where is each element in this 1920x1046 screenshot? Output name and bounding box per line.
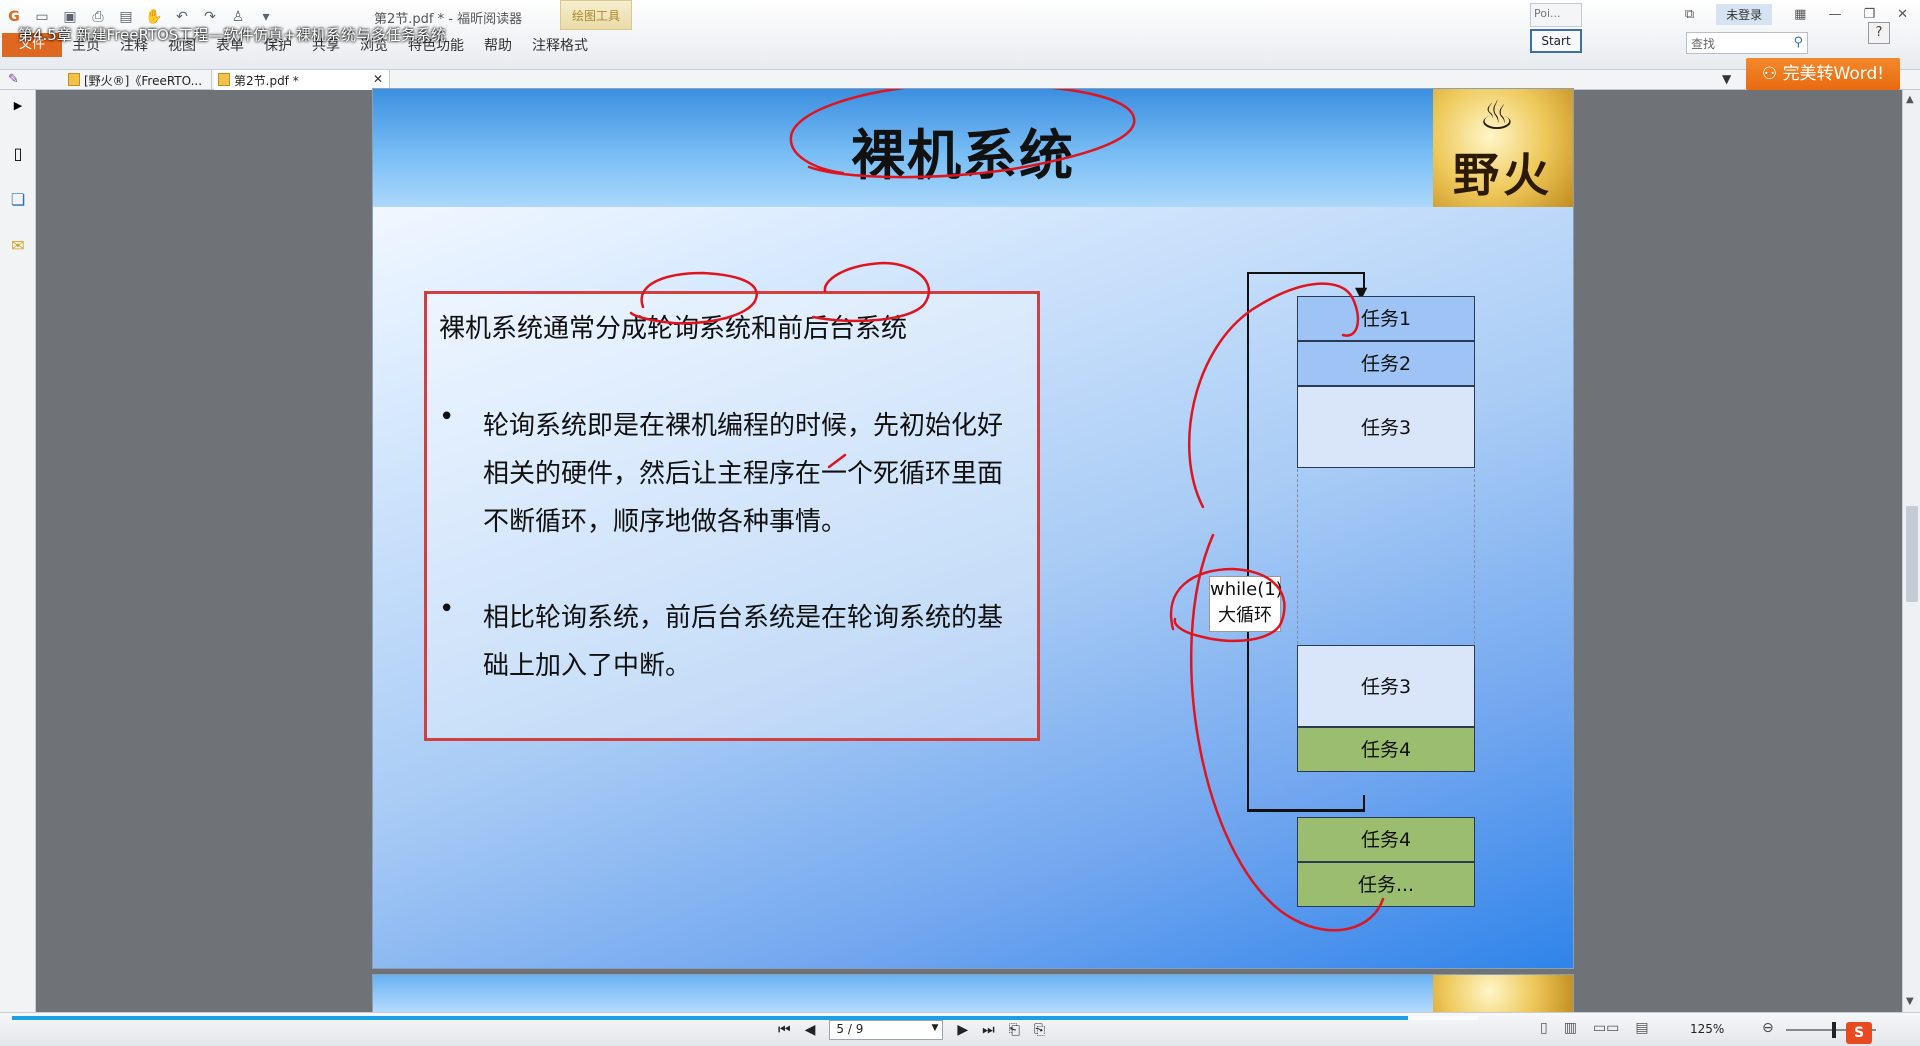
- dashed-guide: [1297, 469, 1475, 649]
- first-page-icon[interactable]: ⏮: [778, 1022, 791, 1038]
- pdf-file-icon: [68, 73, 80, 86]
- task-block: 任务2: [1297, 341, 1475, 386]
- facing-page-icon[interactable]: ▭▭: [1593, 1020, 1619, 1036]
- bullet-mark: •: [439, 594, 455, 624]
- tab-label: [野火®]《FreeRTO...: [84, 74, 203, 88]
- slide-banner: 裸机系统 ♨ 野火: [373, 89, 1573, 207]
- scroll-up-icon[interactable]: ▲: [1906, 94, 1914, 105]
- task-block: 任务3: [1297, 645, 1475, 727]
- video-overlay-title: 第4.5章 新建FreeRTOS工程—软件仿真+裸机系统与多任务系统: [18, 26, 446, 44]
- next-view-icon[interactable]: ⎘: [1034, 1022, 1045, 1038]
- left-sidebar: ▶ ▯ ❏ ✉: [0, 90, 36, 1012]
- search-input[interactable]: 查找 ⚲: [1686, 32, 1808, 54]
- page-dropdown-icon[interactable]: ▼: [931, 1023, 938, 1033]
- help-icon[interactable]: ?: [1868, 22, 1890, 44]
- input-method-icon[interactable]: S: [1846, 1022, 1872, 1044]
- search-icon[interactable]: ⚲: [1793, 35, 1803, 50]
- task-block: 任务...: [1297, 862, 1475, 907]
- scroll-down-icon[interactable]: ▼: [1906, 996, 1914, 1007]
- video-buffer-bar: [1408, 1016, 1478, 1020]
- layout-icon[interactable]: ▦: [1794, 7, 1806, 22]
- convert-to-word-button[interactable]: ⚇ 完美转Word!: [1746, 58, 1900, 90]
- zoom-level[interactable]: 125%: [1690, 1022, 1724, 1036]
- while-label-line2: 大循环: [1218, 605, 1272, 626]
- bullet-text: 轮询系统即是在裸机编程的时候，先初始化好相关的硬件，然后让主程序在一个死循环里面…: [483, 411, 1004, 537]
- start-button[interactable]: Start: [1530, 29, 1582, 53]
- pdf-page: 裸机系统 ♨ 野火 裸机系统通常分成轮询系统和前后台系统 • 轮询系统即是在裸机…: [372, 88, 1574, 969]
- vertical-scrollbar[interactable]: ▲ ▼: [1902, 90, 1920, 1012]
- brand-logo-partial: [1433, 975, 1573, 1013]
- logo-text: 野火: [1453, 148, 1553, 202]
- loop-line-return: [1363, 795, 1365, 811]
- view-mode-buttons: ▯ ▥ ▭▭ ▤: [1540, 1020, 1649, 1036]
- task-block: 任务4: [1297, 817, 1475, 862]
- continuous-page-icon[interactable]: ▥: [1564, 1020, 1577, 1036]
- tab-label: 第2节.pdf *: [234, 74, 299, 88]
- page-indicator: 5 / 9: [836, 1022, 864, 1036]
- single-page-icon[interactable]: ▯: [1540, 1020, 1548, 1036]
- layers-icon[interactable]: ❏: [8, 188, 28, 210]
- zoom-out-icon[interactable]: ⊖: [1762, 1020, 1774, 1036]
- restore-icon[interactable]: ❐: [1863, 7, 1875, 22]
- next-pdf-page: [372, 974, 1574, 1014]
- drawing-tools-tab[interactable]: 绘图工具: [560, 0, 632, 30]
- task-block: 任务1: [1297, 296, 1475, 341]
- tab-document-1[interactable]: [野火®]《FreeRTO...: [64, 70, 212, 90]
- while-loop-label: while(1) 大循环: [1209, 576, 1283, 632]
- pdf-file-icon: [218, 73, 230, 86]
- video-progress-bar[interactable]: [12, 1016, 1408, 1020]
- close-icon[interactable]: ✕: [1897, 7, 1908, 22]
- search-placeholder: 查找: [1691, 37, 1716, 51]
- menu-help[interactable]: 帮助: [474, 35, 522, 55]
- prev-view-icon[interactable]: ⎗: [1009, 1022, 1020, 1038]
- close-tab-icon[interactable]: ✕: [373, 72, 383, 86]
- tab-document-2[interactable]: 第2节.pdf * ✕: [214, 70, 390, 90]
- comments-icon[interactable]: ✉: [8, 234, 28, 256]
- while-label-line1: while(1): [1210, 579, 1283, 600]
- convert-icon: ⚇: [1761, 64, 1783, 84]
- poi-field[interactable]: Poi...: [1530, 3, 1582, 27]
- login-button[interactable]: 未登录: [1716, 4, 1773, 25]
- sign-icon[interactable]: ✎: [8, 72, 19, 87]
- prev-page-icon[interactable]: ◀: [805, 1022, 816, 1038]
- bullet-text: 相比轮询系统，前后台系统是在轮询系统的基础上加入了中断。: [483, 603, 1004, 681]
- bullet-mark: •: [439, 402, 455, 432]
- task-block: 任务4: [1297, 727, 1475, 772]
- continuous-facing-icon[interactable]: ▤: [1635, 1020, 1648, 1036]
- zoom-slider-knob[interactable]: [1832, 1022, 1836, 1038]
- next-page-icon[interactable]: ▶: [957, 1022, 968, 1038]
- menu-comment-format[interactable]: 注释格式: [522, 35, 598, 55]
- page-number-input[interactable]: 5 / 9 ▼: [829, 1020, 944, 1040]
- loop-line-bottom: [1247, 809, 1365, 811]
- page-navigation: ⏮ ◀ 5 / 9 ▼ ▶ ⏭ ⎗ ⎘: [778, 1020, 1045, 1040]
- skin-icon[interactable]: ⧉: [1685, 7, 1694, 22]
- slide-title: 裸机系统: [851, 124, 1075, 187]
- tab-list-dropdown-icon[interactable]: ▼: [1722, 72, 1731, 86]
- expand-panel-icon[interactable]: ▶: [8, 94, 28, 116]
- brand-logo: ♨ 野火: [1433, 89, 1573, 207]
- tab-bar: ✎ [野火®]《FreeRTO... 第2节.pdf * ✕: [0, 70, 1920, 90]
- content-heading: 裸机系统通常分成轮询系统和前后台系统: [439, 314, 908, 344]
- page-thumbnail-icon[interactable]: ▯: [8, 142, 28, 164]
- content-box: 裸机系统通常分成轮询系统和前后台系统 • 轮询系统即是在裸机编程的时候，先初始化…: [424, 291, 1040, 741]
- task-block: 任务3: [1297, 386, 1475, 468]
- last-page-icon[interactable]: ⏭: [982, 1022, 995, 1038]
- flame-icon: ♨: [1479, 93, 1515, 139]
- convert-to-word-label: 完美转Word!: [1782, 64, 1885, 84]
- scroll-thumb[interactable]: [1906, 506, 1918, 602]
- minimize-icon[interactable]: —: [1828, 7, 1841, 22]
